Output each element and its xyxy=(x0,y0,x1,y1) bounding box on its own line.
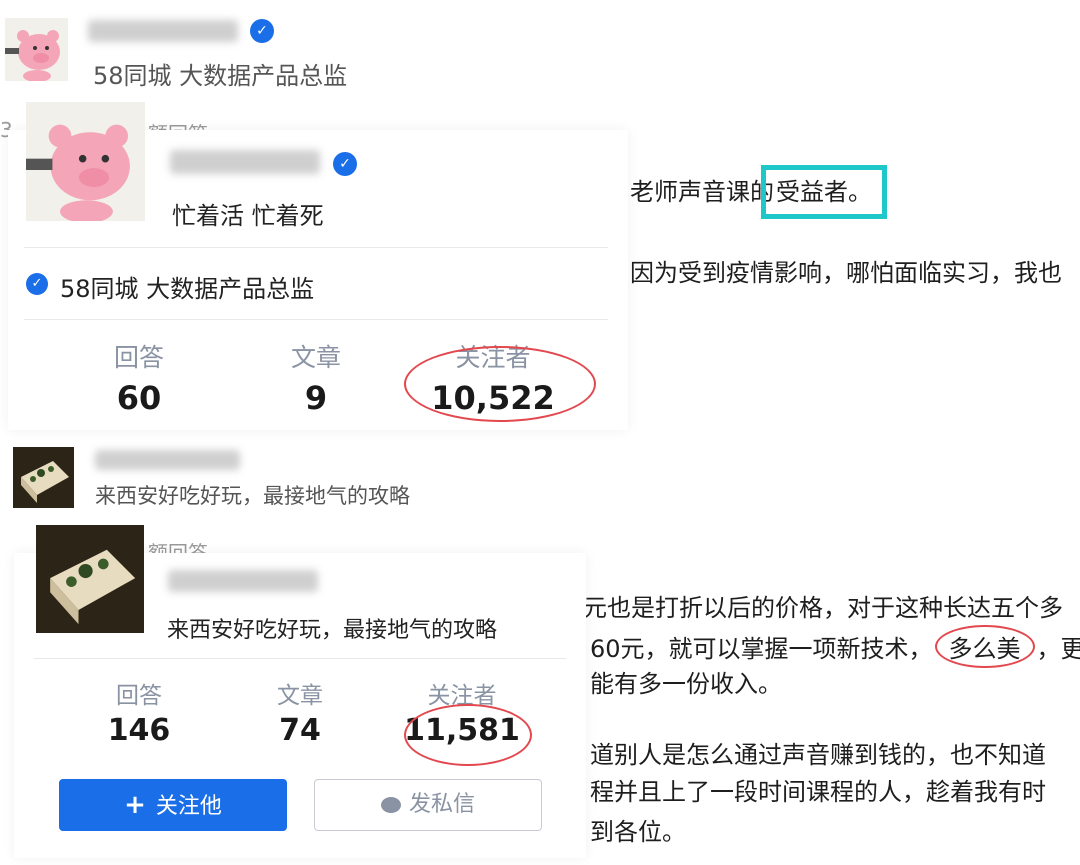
article-line: 老师声音课的受益者。 xyxy=(630,165,887,219)
avatar[interactable] xyxy=(5,18,68,81)
pig-avatar-icon xyxy=(5,18,68,81)
follow-button[interactable]: + 关注他 xyxy=(59,779,287,831)
pig-avatar-icon xyxy=(26,102,145,221)
profile-subtitle: 来西安好吃好玩，最接地气的攻略 xyxy=(95,484,410,508)
profile-bio: 来西安好吃好玩，最接地气的攻略 xyxy=(167,618,498,643)
article-text: 60元，就可以掌握一项新技术， xyxy=(590,635,933,663)
plus-icon: + xyxy=(124,790,146,820)
follow-button-label: 关注他 xyxy=(155,794,222,819)
verified-check-icon: ✓ xyxy=(250,19,274,43)
annotation-circle xyxy=(404,704,532,766)
username-redacted xyxy=(88,20,238,42)
message-button-label: 发私信 xyxy=(408,792,475,817)
username-redacted xyxy=(95,450,240,470)
stat-label-articles: 文章 xyxy=(290,343,341,372)
article-line: 道别人是怎么通过声音赚到钱的，也不知道 xyxy=(590,741,1046,769)
article-text: ，更 xyxy=(1036,635,1080,663)
divider xyxy=(24,247,608,248)
article-line: 60元，就可以掌握一项新技术， 多么美 ，更 xyxy=(590,625,1080,668)
profile-subtitle: 58同城 大数据产品总监 xyxy=(93,62,348,90)
company-title: 58同城 大数据产品总监 xyxy=(60,275,315,303)
article-line: 程并且上了一段时间课程的人，趁着我有时 xyxy=(590,778,1046,806)
verified-check-icon: ✓ xyxy=(26,273,48,295)
food-avatar-icon xyxy=(36,525,144,633)
chat-bubble-icon xyxy=(380,797,401,813)
article-line: 元也是打折以后的价格，对于这种长达五个多 xyxy=(583,594,1063,622)
verified-check-icon: ✓ xyxy=(333,152,357,176)
stat-value-answers[interactable]: 60 xyxy=(59,379,219,417)
avatar[interactable] xyxy=(13,447,74,508)
highlighted-text: 受益者。 xyxy=(761,165,887,219)
username-redacted xyxy=(170,150,320,174)
stat-label-answers: 回答 xyxy=(116,683,162,709)
username-redacted xyxy=(168,570,318,592)
stat-label-articles: 文章 xyxy=(277,683,323,709)
stat-value-articles[interactable]: 74 xyxy=(220,713,380,748)
divider xyxy=(24,319,608,320)
article-line: 能有多一份收入。 xyxy=(590,670,782,698)
annotation-circle xyxy=(404,346,596,422)
article-text: 老师声音课的 xyxy=(630,178,774,206)
stat-value-articles[interactable]: 9 xyxy=(236,379,396,417)
stat-label-answers: 回答 xyxy=(113,343,164,372)
article-line: 到各位。 xyxy=(590,818,686,846)
profile-bio: 忙着活 忙着死 xyxy=(172,202,324,230)
avatar[interactable] xyxy=(36,525,144,633)
circled-text: 多么美 xyxy=(934,625,1035,668)
message-button[interactable]: 发私信 xyxy=(314,779,542,831)
avatar[interactable] xyxy=(26,102,145,221)
food-avatar-icon xyxy=(13,447,74,508)
article-line: 因为受到疫情影响，哪怕面临实习，我也 xyxy=(630,259,1062,287)
stat-value-answers[interactable]: 146 xyxy=(59,713,219,748)
divider xyxy=(34,658,566,659)
